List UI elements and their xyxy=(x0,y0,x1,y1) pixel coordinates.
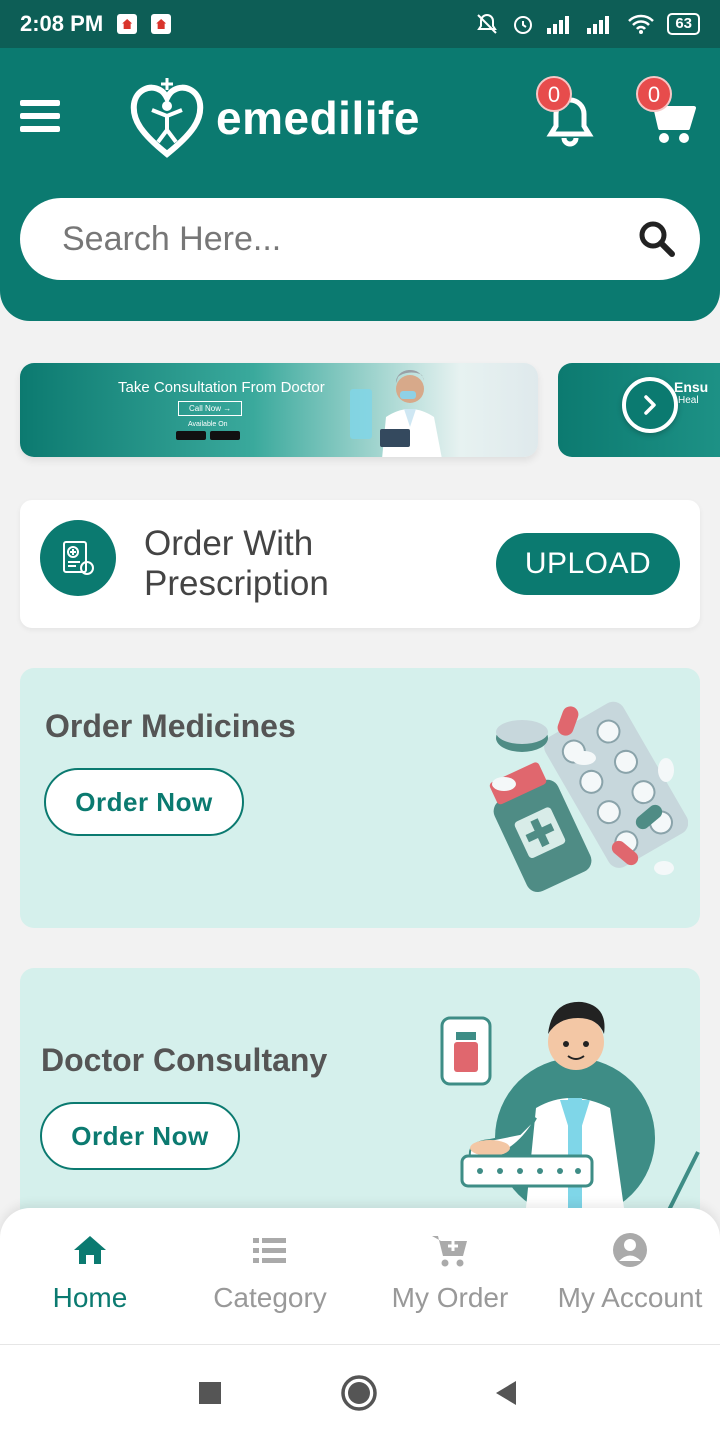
upload-button[interactable]: UPLOAD xyxy=(496,533,680,595)
cart-badge: 0 xyxy=(636,76,672,112)
app-logo: emedilife xyxy=(128,76,420,160)
doctor-consultancy-title: Doctor Consultany xyxy=(41,1042,328,1078)
app-header: emedilife 0 0 xyxy=(0,48,720,321)
search-bar xyxy=(20,198,700,280)
banner-title: Ensu xyxy=(674,379,709,395)
banner-call-now: Call Now → xyxy=(178,401,243,416)
banner-subtitle: Heal xyxy=(678,395,699,406)
heart-logo-icon xyxy=(130,78,204,158)
back-icon[interactable] xyxy=(494,1380,518,1406)
home-icon xyxy=(74,1236,106,1264)
app-notification-icon xyxy=(151,14,172,34)
status-time: 2:08 PM xyxy=(20,11,104,36)
signal-icon xyxy=(587,16,610,34)
search-input[interactable] xyxy=(62,219,638,259)
alarm-icon xyxy=(514,16,533,34)
doctor-illustration xyxy=(350,369,442,457)
notifications-button[interactable]: 0 xyxy=(536,76,600,150)
carousel-next-button[interactable] xyxy=(622,377,678,433)
nav-home-label: Home xyxy=(52,1282,128,1313)
cart-plus-icon xyxy=(432,1236,467,1267)
promo-carousel[interactable]: Take Consultation From Doctor Call Now →… xyxy=(0,350,720,468)
battery-icon: 63 xyxy=(667,13,700,35)
wifi-icon xyxy=(628,14,655,34)
cart-button[interactable]: 0 xyxy=(636,76,700,150)
chevron-right-icon xyxy=(644,395,656,415)
medicines-illustration xyxy=(489,701,688,893)
banner-available-on: Available On xyxy=(188,421,228,428)
app-store-badge xyxy=(210,431,240,440)
search-icon[interactable] xyxy=(638,220,676,258)
banner-title: Take Consultation From Doctor xyxy=(118,379,325,396)
order-medicines-title: Order Medicines xyxy=(45,708,296,744)
home-button-icon[interactable] xyxy=(340,1374,378,1412)
consultation-banner[interactable]: Take Consultation From Doctor Call Now →… xyxy=(20,363,538,457)
nav-my-order-label: My Order xyxy=(391,1282,509,1313)
nav-my-order[interactable]: My Order xyxy=(360,1208,540,1344)
prescription-card: Order With Prescription UPLOAD xyxy=(20,500,700,628)
nav-home[interactable]: Home xyxy=(0,1208,180,1344)
prescription-icon xyxy=(40,520,116,596)
app-notification-icon xyxy=(117,14,138,34)
bottom-navigation: Home Category My Order My Account xyxy=(0,1208,720,1344)
account-icon xyxy=(613,1233,647,1267)
nav-category-label: Category xyxy=(213,1282,327,1313)
doctor-consultancy-button[interactable]: Order Now xyxy=(40,1102,240,1170)
mute-bell-icon xyxy=(477,13,498,34)
notification-badge: 0 xyxy=(536,76,572,112)
status-bar: 2:08 PM 63 xyxy=(0,0,720,48)
prescription-title: Order With Prescription xyxy=(144,524,329,603)
order-medicines-button[interactable]: Order Now xyxy=(44,768,244,836)
logo-text: emedilife xyxy=(216,92,420,144)
nav-my-account-label: My Account xyxy=(557,1282,703,1313)
play-store-badge xyxy=(176,431,206,440)
order-medicines-card[interactable]: Order Medicines Order Now xyxy=(20,668,700,928)
menu-icon[interactable] xyxy=(20,100,60,134)
nav-my-account[interactable]: My Account xyxy=(540,1208,720,1344)
system-navigation-bar xyxy=(0,1344,720,1440)
nav-category[interactable]: Category xyxy=(180,1208,360,1344)
recents-icon[interactable] xyxy=(198,1381,222,1405)
signal-icon xyxy=(547,16,570,34)
list-icon xyxy=(253,1238,286,1263)
